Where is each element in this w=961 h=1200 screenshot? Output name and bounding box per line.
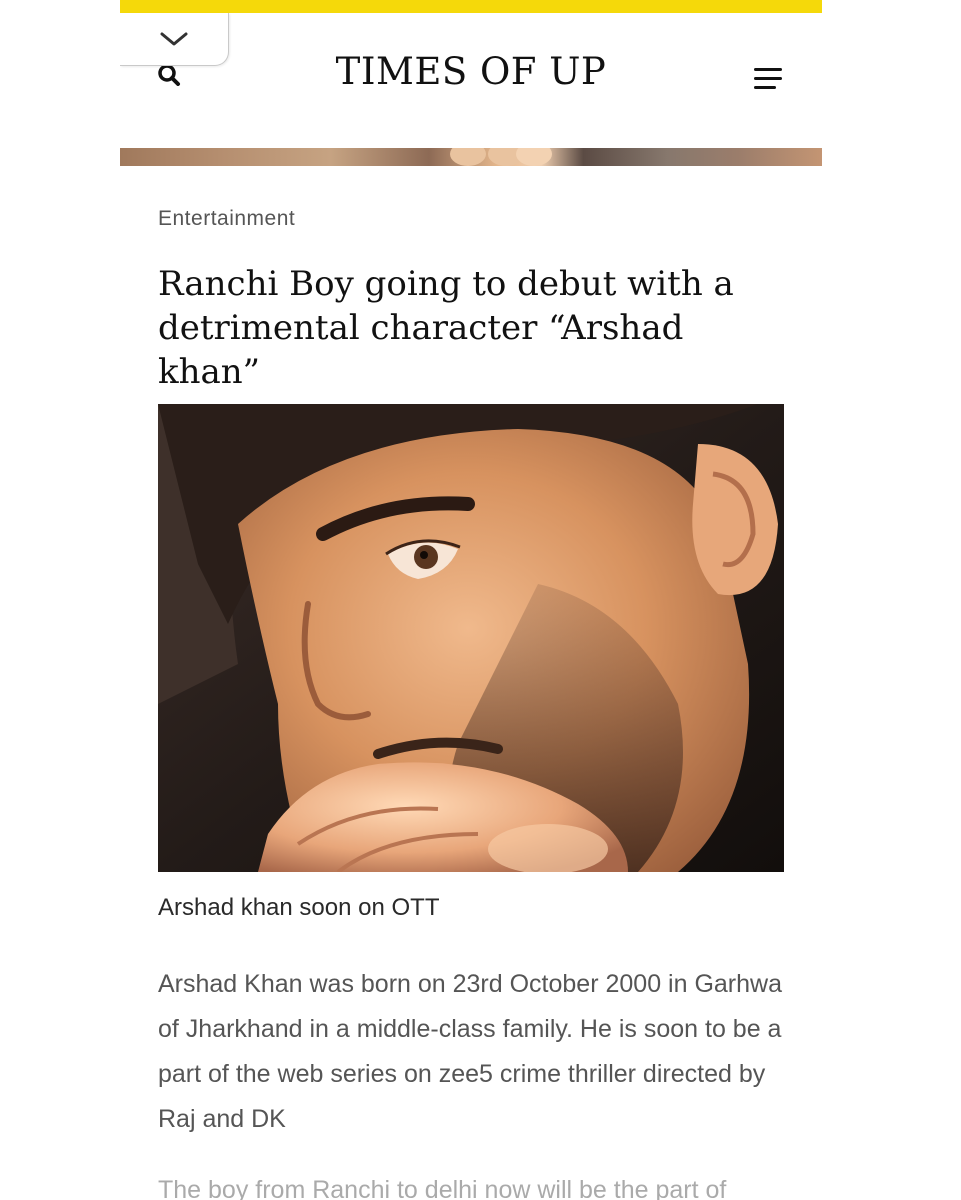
previous-image-strip bbox=[120, 148, 822, 166]
article-paragraph: Arshad Khan was born on 23rd October 200… bbox=[158, 970, 782, 1133]
chevron-down-icon bbox=[160, 32, 188, 46]
portrait-photo bbox=[158, 404, 784, 872]
article-paragraph-faded: The boy from Ranchi to delhi now will be… bbox=[158, 1176, 727, 1200]
headline-line-2: detrimental character “Arshad khan” bbox=[158, 308, 684, 392]
image-caption: Arshad khan soon on OTT bbox=[158, 894, 440, 921]
accent-top-bar bbox=[120, 0, 822, 13]
mobile-page: TIMES OF UP Entertainment Ranchi Boy goi… bbox=[120, 0, 822, 1200]
headline-line-1: Ranchi Boy going to debut with a bbox=[158, 264, 734, 304]
collapse-toggle-button[interactable] bbox=[120, 13, 229, 66]
menu-button[interactable] bbox=[754, 68, 786, 94]
article-category[interactable]: Entertainment bbox=[158, 207, 295, 231]
article-image[interactable] bbox=[158, 404, 784, 872]
article-headline: Ranchi Boy going to debut with a detrime… bbox=[158, 262, 778, 394]
menu-icon bbox=[754, 68, 782, 71]
